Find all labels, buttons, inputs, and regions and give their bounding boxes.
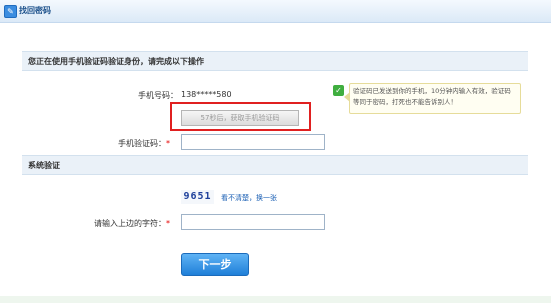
next-step-button[interactable]: 下一步 [181,253,249,276]
sms-code-input[interactable] [181,134,325,150]
check-icon: ✓ [333,85,344,96]
refresh-captcha-link[interactable]: 看不清楚，换一张 [221,193,277,203]
footer-strip [0,296,551,303]
sms-code-label-text: 手机验证码： [118,139,166,148]
system-verify-section-header: 系统验证 [22,155,528,175]
key-icon: ✎ [4,5,17,18]
captcha-label: 请输入上边的字符：* [40,218,170,229]
required-mark: * [166,139,170,148]
captcha-image[interactable]: 9651 [181,190,214,204]
sms-code-label: 手机验证码：* [40,138,170,149]
code-sent-tooltip: 验证码已发送到你的手机，10分钟内输入有效，验证码等同于密码，打死也不能告诉别人… [344,83,521,114]
title-bar: ✎ 找回密码 [0,0,551,23]
captcha-label-text: 请输入上边的字符： [94,219,166,228]
send-code-button[interactable]: 57秒后，获取手机验证码 [181,110,299,126]
required-mark: * [166,219,170,228]
phone-verify-section-title: 您正在使用手机验证码验证身份，请完成以下操作 [28,57,204,66]
phone-label: 手机号码： [138,91,178,100]
phone-verify-section-header: 您正在使用手机验证码验证身份，请完成以下操作 [22,51,528,71]
system-verify-section-title: 系统验证 [28,161,60,170]
page-title: 找回密码 [19,6,51,15]
captcha-input[interactable] [181,214,325,230]
phone-value: 138*****580 [181,90,232,99]
